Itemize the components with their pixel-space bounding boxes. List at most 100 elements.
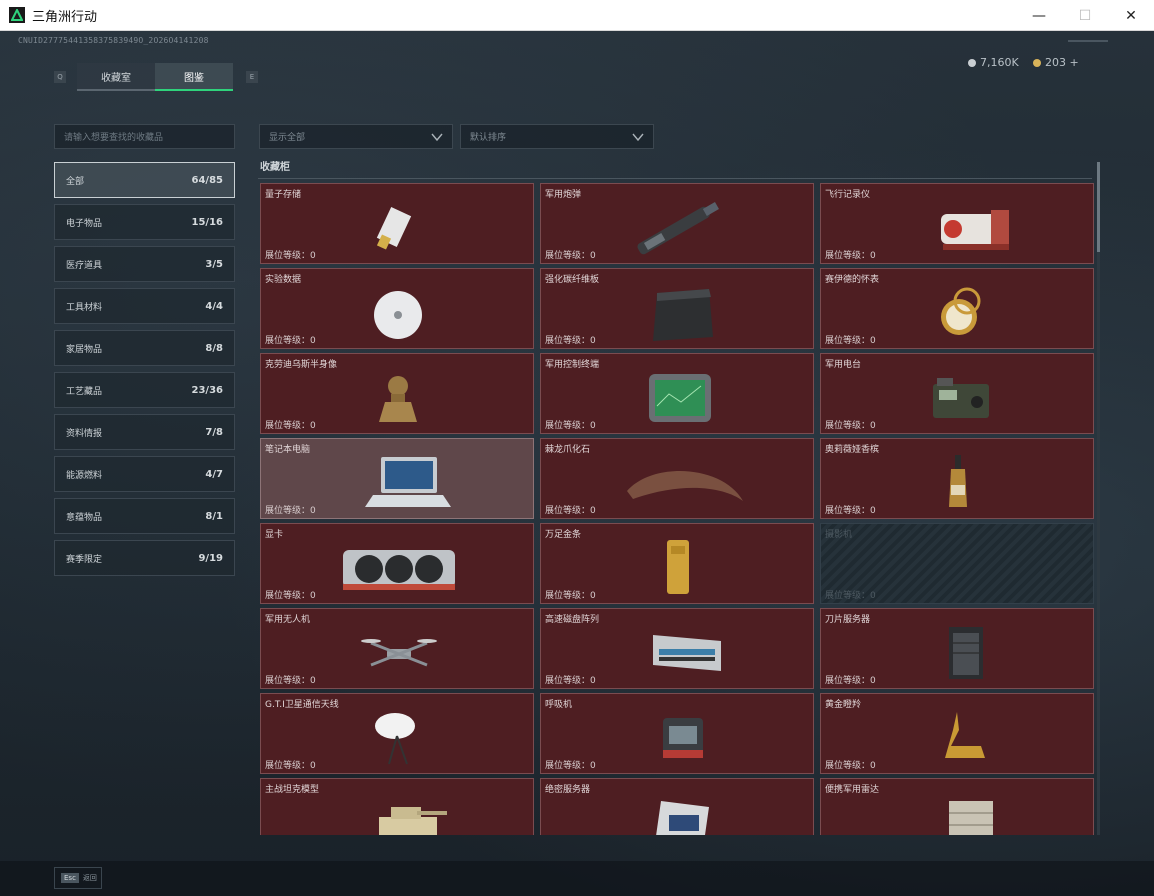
collection-card[interactable]: 刀片服务器 展位等级：0 <box>820 608 1094 689</box>
collection-card[interactable]: 便携军用雷达展位等级：0 <box>820 778 1094 835</box>
display-level: 展位等级：0 <box>825 506 876 516</box>
category-all[interactable]: 全部 64/85 <box>54 162 235 198</box>
scrollbar-track[interactable] <box>1097 162 1100 835</box>
drone-icon <box>361 639 437 667</box>
item-name: 军用无人机 <box>265 615 311 625</box>
sort-dropdown[interactable]: 默认排序 <box>460 124 654 149</box>
category-meaningful[interactable]: 意蕴物品 8/1 <box>54 498 235 534</box>
collection-card[interactable]: 笔记本电脑 展位等级：0 <box>260 438 534 519</box>
claw-fossil-icon <box>627 470 743 501</box>
category-count: 15/16 <box>191 216 223 228</box>
item-name: 赛伊德的怀表 <box>825 275 880 285</box>
collection-card[interactable]: 显卡 展位等级：0 <box>260 523 534 604</box>
category-count: 9/19 <box>198 552 223 564</box>
display-level: 展位等级：0 <box>265 591 316 601</box>
minimize-button[interactable]: — <box>1016 0 1062 31</box>
item-name: 实验数据 <box>265 275 302 285</box>
back-button[interactable]: Esc 返回 <box>54 867 102 889</box>
top-divider <box>1068 40 1108 42</box>
display-level: 展位等级：0 <box>545 676 596 686</box>
sort-value: 默认排序 <box>470 133 507 143</box>
item-name: 高速磁盘阵列 <box>545 615 600 625</box>
collection-card[interactable]: 军用无人机 展位等级：0 <box>260 608 534 689</box>
category-count: 64/85 <box>191 174 223 186</box>
tab-bar: 收藏室 图鉴 <box>77 63 233 91</box>
item-name: 便携军用雷达 <box>825 785 880 795</box>
server-icon <box>949 627 983 679</box>
category-medical[interactable]: 医疗道具 3/5 <box>54 246 235 282</box>
collection-card[interactable]: 黄金瞪羚 展位等级：0 <box>820 693 1094 774</box>
collection-card[interactable]: 量子存储 展位等级：0 <box>260 183 534 264</box>
category-electronics[interactable]: 电子物品 15/16 <box>54 204 235 240</box>
category-count: 8/1 <box>205 510 223 522</box>
collection-card[interactable]: 实验数据 展位等级：0 <box>260 268 534 349</box>
tank-model-icon <box>379 807 447 835</box>
category-intel[interactable]: 资料情报 7/8 <box>54 414 235 450</box>
tab-collection-room[interactable]: 收藏室 <box>77 63 155 91</box>
currency-gold[interactable]: 203 + <box>1033 56 1079 69</box>
category-energy[interactable]: 能源燃料 4/7 <box>54 456 235 492</box>
collection-card[interactable]: 强化碳纤维板 展位等级：0 <box>540 268 814 349</box>
currency-silver: 7,160K <box>968 56 1019 69</box>
item-name: 量子存储 <box>265 190 302 200</box>
esc-key: Esc <box>61 873 79 883</box>
display-level: 展位等级：0 <box>545 336 596 346</box>
category-count: 7/8 <box>205 426 223 438</box>
collection-card[interactable]: 军用炮弹展位等级：0 <box>540 183 814 264</box>
collection-card[interactable]: 军用控制终端 展位等级：0 <box>540 353 814 434</box>
close-button[interactable]: ✕ <box>1108 0 1154 31</box>
gold-gazelle-icon <box>945 712 985 758</box>
collection-card[interactable]: 棘龙爪化石 展位等级：0 <box>540 438 814 519</box>
collection-card[interactable]: 万足金条 展位等级：0 <box>540 523 814 604</box>
item-name: 军用炮弹 <box>545 190 582 200</box>
collection-card[interactable]: 奥莉薇娅香槟 展位等级：0 <box>820 438 1094 519</box>
collection-card[interactable]: 赛伊德的怀表 展位等级：0 <box>820 268 1094 349</box>
category-label: 资料情报 <box>66 428 103 439</box>
app-logo-icon <box>9 7 25 23</box>
display-filter-dropdown[interactable]: 显示全部 <box>259 124 453 149</box>
collection-card[interactable]: 主战坦克模型展位等级：0 <box>260 778 534 835</box>
display-level: 展位等级：0 <box>265 506 316 516</box>
satellite-dish-icon <box>375 713 415 765</box>
item-name: 主战坦克模型 <box>265 785 320 795</box>
display-level: 展位等级：0 <box>545 761 596 771</box>
item-name: 刀片服务器 <box>825 615 871 625</box>
category-crafts[interactable]: 工艺藏品 23/36 <box>54 372 235 408</box>
collection-card[interactable]: 摄影机 展位等级：0 <box>820 523 1094 604</box>
item-name: 飞行记录仪 <box>825 190 871 200</box>
collection-card[interactable]: 军用电台 展位等级：0 <box>820 353 1094 434</box>
disc-icon <box>374 291 422 339</box>
scrollbar-thumb[interactable] <box>1097 162 1100 252</box>
collection-card[interactable]: 飞行记录仪 展位等级：0 <box>820 183 1094 264</box>
category-household[interactable]: 家居物品 8/8 <box>54 330 235 366</box>
collection-card[interactable]: 绝密服务器展位等级：0 <box>540 778 814 835</box>
collection-card[interactable]: G.T.I卫星通信天线 展位等级：0 <box>260 693 534 774</box>
display-level: 展位等级：0 <box>545 251 596 261</box>
tab-catalog[interactable]: 图鉴 <box>155 63 233 91</box>
pocket-watch-icon <box>941 287 981 335</box>
category-season[interactable]: 赛季限定 9/19 <box>54 540 235 576</box>
champagne-icon <box>949 455 967 507</box>
usb-drive-icon <box>376 206 412 250</box>
silver-coin-icon <box>968 58 976 67</box>
display-level: 展位等级：0 <box>825 421 876 431</box>
game-area: CNUID2777544135837583949O_2O26O4141208 Q… <box>0 31 1154 896</box>
collection-card[interactable]: 高速磁盘阵列 展位等级：0 <box>540 608 814 689</box>
ventilator-icon <box>663 718 703 758</box>
category-label: 电子物品 <box>66 218 103 229</box>
chevron-down-icon <box>431 133 443 142</box>
display-level: 展位等级：0 <box>265 421 316 431</box>
section-divider <box>258 178 1092 179</box>
category-label: 赛季限定 <box>66 554 103 565</box>
radar-icon <box>949 801 993 835</box>
category-label: 家居物品 <box>66 344 103 355</box>
item-name: 强化碳纤维板 <box>545 275 600 285</box>
collection-card[interactable]: 克劳迪乌斯半身像 展位等级：0 <box>260 353 534 434</box>
item-name: 万足金条 <box>545 530 582 540</box>
collection-card[interactable]: 呼吸机 展位等级：0 <box>540 693 814 774</box>
category-tools[interactable]: 工具材料 4/4 <box>54 288 235 324</box>
maximize-button[interactable]: ☐ <box>1062 0 1108 31</box>
item-name: 军用控制终端 <box>545 360 600 370</box>
secret-server-icon <box>656 801 709 835</box>
search-input[interactable]: 请输入想要查找的收藏品 <box>54 124 235 149</box>
